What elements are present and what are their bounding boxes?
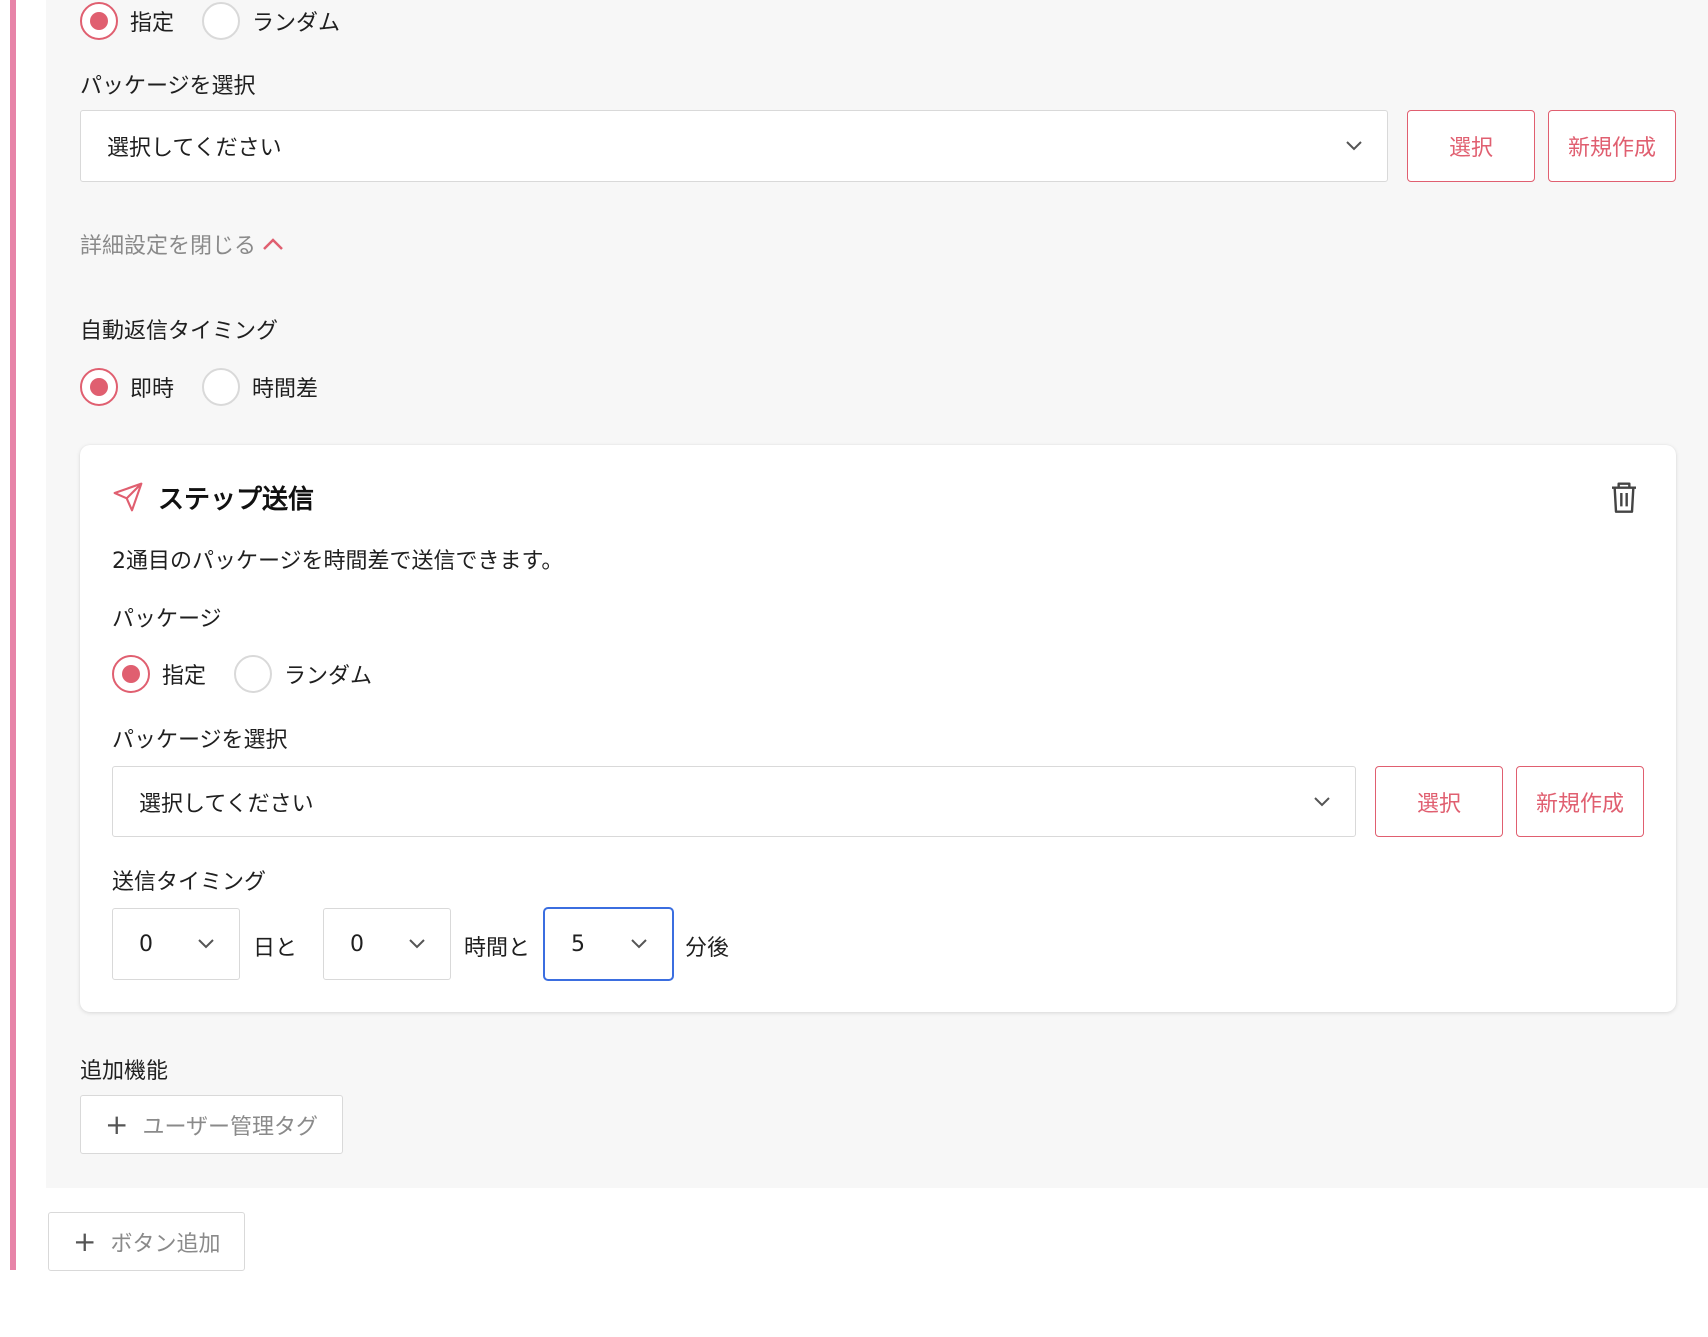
- extras-label: 追加機能: [80, 1059, 169, 1084]
- hours-unit: 時間と: [464, 936, 531, 961]
- radio-dot: [122, 665, 140, 683]
- add-user-tag-button[interactable]: + ユーザー管理タグ: [80, 1095, 343, 1154]
- radio-random[interactable]: [234, 655, 273, 693]
- step-select-button[interactable]: 選択: [1375, 766, 1503, 837]
- chevron-down-icon: [198, 939, 214, 949]
- chevron-up-icon: [263, 238, 283, 250]
- radio-label-specified: 指定: [130, 11, 175, 36]
- package-select-label: パッケージを選択: [80, 74, 256, 99]
- select-button[interactable]: 選択: [1407, 110, 1535, 182]
- send-icon: [113, 482, 143, 512]
- step-package-select[interactable]: 選択してください: [112, 766, 1356, 837]
- add-user-tag-label: ユーザー管理タグ: [142, 1114, 319, 1140]
- minutes-select-value: 5: [571, 931, 585, 957]
- chevron-down-icon: [631, 939, 647, 949]
- timing-mode-radio-group: 即時 時間差: [80, 367, 346, 407]
- radio-label-random: ランダム: [252, 11, 341, 36]
- radio-label-random: ランダム: [284, 664, 373, 689]
- radio-immediate[interactable]: [80, 368, 118, 406]
- hours-select-value: 0: [350, 931, 364, 957]
- radio-random[interactable]: [202, 2, 241, 40]
- step-send-card: ステップ送信 2通目のパッケージを時間差で送信できます。 パッケージ 指定 ラン…: [80, 445, 1676, 1012]
- new-package-button[interactable]: 新規作成: [1548, 110, 1676, 182]
- step-package-label: パッケージ: [112, 607, 222, 632]
- step-package-mode-radio-group: 指定 ランダム: [112, 654, 400, 694]
- plus-icon: +: [73, 1224, 97, 1258]
- radio-specified[interactable]: [112, 655, 150, 693]
- chevron-down-icon: [1346, 141, 1362, 151]
- radio-specified[interactable]: [80, 2, 118, 40]
- package-select[interactable]: 選択してください: [80, 110, 1388, 182]
- chevron-down-icon: [1314, 796, 1330, 806]
- chevron-down-icon: [409, 939, 425, 949]
- radio-dot: [90, 378, 108, 396]
- minutes-unit: 分後: [685, 936, 730, 961]
- details-toggle-label: 詳細設定を閉じる: [80, 234, 257, 259]
- auto-reply-timing-label: 自動返信タイミング: [80, 319, 279, 344]
- radio-label-specified: 指定: [162, 664, 207, 689]
- radio-delayed[interactable]: [202, 368, 241, 406]
- plus-icon: +: [105, 1107, 129, 1141]
- step-package-select-label: パッケージを選択: [112, 728, 288, 753]
- add-button[interactable]: + ボタン追加: [48, 1212, 245, 1271]
- radio-label-immediate: 即時: [130, 377, 175, 402]
- step-package-select-value: 選択してください: [139, 791, 314, 817]
- radio-dot: [90, 12, 108, 30]
- days-select[interactable]: 0: [112, 908, 240, 980]
- trash-icon[interactable]: [1608, 479, 1640, 515]
- radio-label-delayed: 時間差: [252, 377, 319, 402]
- step-new-package-button[interactable]: 新規作成: [1516, 766, 1644, 837]
- days-unit: 日と: [253, 936, 298, 961]
- days-select-value: 0: [139, 931, 153, 957]
- package-mode-radio-group: 指定 ランダム: [80, 1, 368, 41]
- package-select-value: 選択してください: [107, 136, 282, 161]
- add-button-label: ボタン追加: [110, 1231, 221, 1257]
- hours-select[interactable]: 0: [323, 908, 451, 980]
- left-accent-bar: [10, 0, 16, 1270]
- step-send-description: 2通目のパッケージを時間差で送信できます。: [112, 549, 564, 574]
- minutes-select[interactable]: 5: [543, 907, 674, 981]
- details-toggle[interactable]: 詳細設定を閉じる: [80, 228, 284, 260]
- step-send-title: ステップ送信: [158, 485, 315, 515]
- send-timing-label: 送信タイミング: [112, 870, 267, 895]
